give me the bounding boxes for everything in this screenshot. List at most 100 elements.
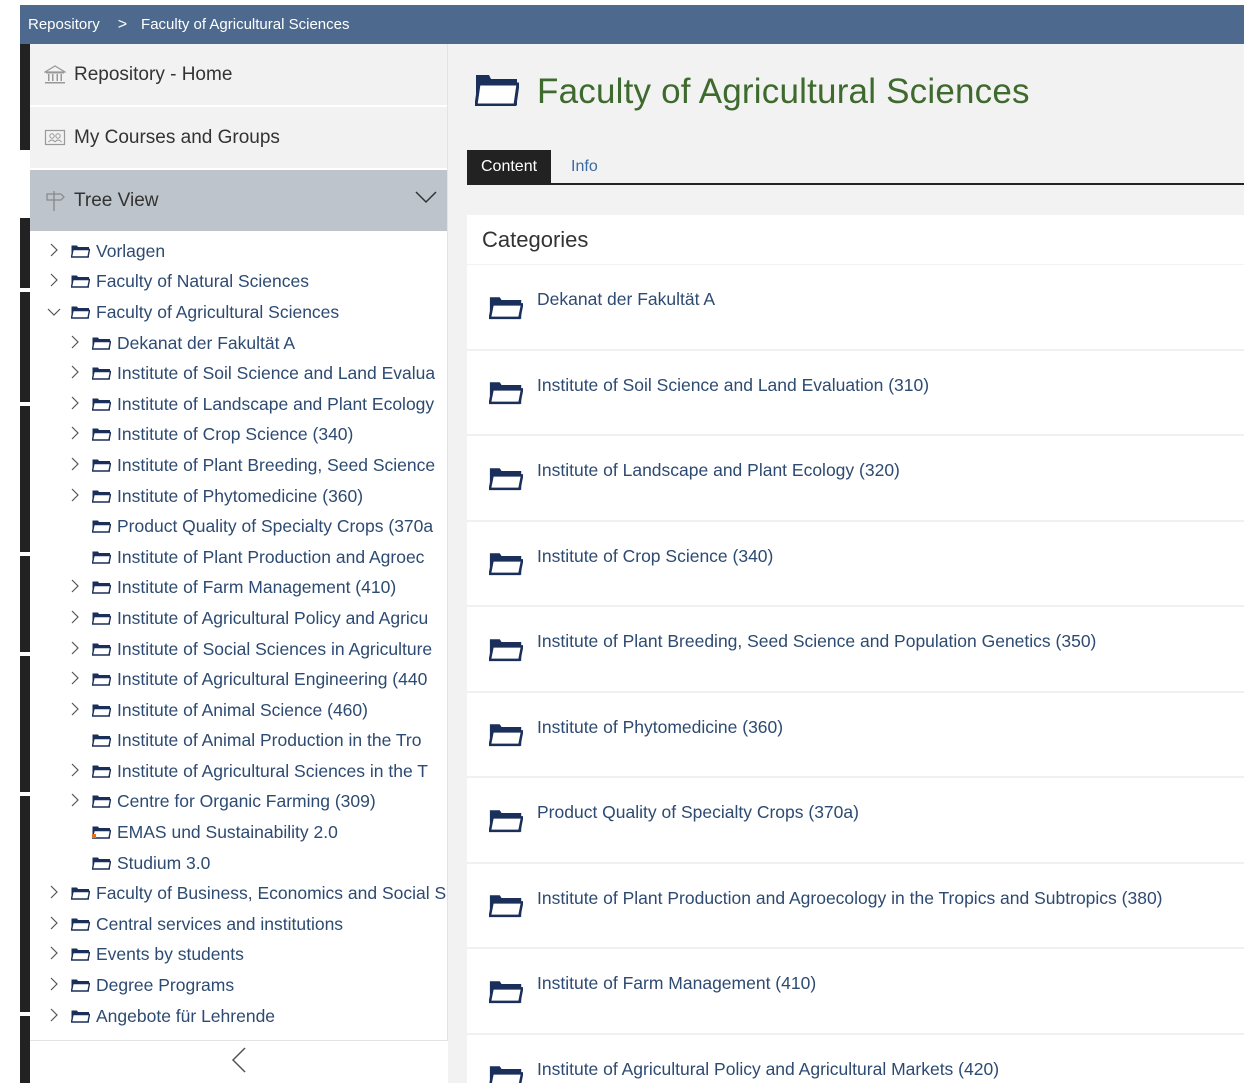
collapse-sidebar-button[interactable] <box>30 1040 448 1083</box>
chevron-right-icon[interactable] <box>47 1008 61 1025</box>
category-label: Institute of Plant Breeding, Seed Scienc… <box>537 631 1097 652</box>
chevron-right-icon[interactable] <box>68 335 82 352</box>
chevron-right-icon[interactable] <box>47 885 61 902</box>
tree-node[interactable]: Centre for Organic Farming (309) <box>30 787 447 818</box>
chevron-right-icon[interactable] <box>68 610 82 627</box>
breadcrumb-current[interactable]: Faculty of Agricultural Sciences <box>141 16 349 33</box>
tree-node-label: Institute of Agricultural Engineering (4… <box>117 669 428 690</box>
tree-node[interactable]: Institute of Agricultural Engineering (4… <box>30 664 447 695</box>
tree-node[interactable]: Faculty of Agricultural Sciences <box>30 297 447 328</box>
chevron-right-icon[interactable] <box>68 763 82 780</box>
category-item[interactable]: Institute of Plant Production and Agroec… <box>467 864 1244 949</box>
tree-node[interactable]: Institute of Agricultural Policy and Agr… <box>30 603 447 634</box>
chevron-right-icon[interactable] <box>68 488 82 505</box>
chevron-down-icon[interactable] <box>415 188 437 208</box>
category-item[interactable]: Product Quality of Specialty Crops (370a… <box>467 778 1244 864</box>
tree-node[interactable]: Degree Programs <box>30 970 447 1001</box>
category-item[interactable]: Institute of Phytomedicine (360) <box>467 693 1244 778</box>
tree-node-label: Institute of Crop Science (340) <box>117 424 354 445</box>
chevron-right-icon[interactable] <box>68 579 82 596</box>
chevron-right-icon[interactable] <box>68 426 82 443</box>
tree-node[interactable]: Institute of Social Sciences in Agricult… <box>30 634 447 665</box>
tree-node[interactable]: Faculty of Natural Sciences <box>30 267 447 298</box>
breadcrumb-repository[interactable]: Repository <box>28 16 100 33</box>
tree-node[interactable]: Institute of Plant Breeding, Seed Scienc… <box>30 450 447 481</box>
tree-node-label: Centre for Organic Farming (309) <box>117 791 376 812</box>
tree-node[interactable]: Institute of Phytomedicine (360) <box>30 481 447 512</box>
tree-node-label: Institute of Plant Breeding, Seed Scienc… <box>117 454 436 475</box>
folder-icon <box>488 638 524 668</box>
page-title: Faculty of Agricultural Sciences <box>537 72 1030 111</box>
folder-icon <box>71 306 90 319</box>
group-icon <box>44 128 68 148</box>
tab-info[interactable]: Info <box>551 150 612 183</box>
folder-icon <box>71 918 90 931</box>
category-label: Product Quality of Specialty Crops (370a… <box>537 802 859 823</box>
folder-icon <box>92 459 111 472</box>
tree-node[interactable]: Product Quality of Specialty Crops (370a <box>30 511 447 542</box>
category-item[interactable]: Institute of Crop Science (340) <box>467 522 1244 607</box>
chevron-right-icon[interactable] <box>68 793 82 810</box>
tree-node[interactable]: Dekanat der Fakultät A <box>30 328 447 359</box>
tree-node[interactable]: EMAS und Sustainability 2.0 <box>30 817 447 848</box>
tree-node[interactable]: Institute of Landscape and Plant Ecology <box>30 389 447 420</box>
sidebar-item-courses[interactable]: My Courses and Groups <box>30 107 447 170</box>
tree-node-label: Institute of Farm Management (410) <box>117 577 397 598</box>
tree-node-label: Faculty of Agricultural Sciences <box>96 301 340 322</box>
category-item[interactable]: Dekanat der Fakultät A <box>467 265 1244 351</box>
folder-icon <box>92 398 111 411</box>
signpost-icon <box>44 190 68 212</box>
chevron-right-icon[interactable] <box>68 396 82 413</box>
chevron-right-icon[interactable] <box>47 243 61 260</box>
tree-node[interactable]: Events by students <box>30 940 447 971</box>
folder-icon <box>92 520 111 533</box>
category-item[interactable]: Institute of Soil Science and Land Evalu… <box>467 351 1244 436</box>
chevron-right-icon[interactable] <box>47 273 61 290</box>
sidebar-home-label: Repository - Home <box>74 63 233 85</box>
folder-icon <box>488 809 524 839</box>
sidebar-item-tree-view[interactable]: Tree View <box>30 170 447 233</box>
category-item[interactable]: Institute of Plant Breeding, Seed Scienc… <box>467 607 1244 693</box>
chevron-down-icon[interactable] <box>47 305 61 320</box>
folder-icon <box>92 490 111 503</box>
tree-node[interactable]: Institute of Plant Production and Agroec <box>30 542 447 573</box>
tree-node[interactable]: Institute of Soil Science and Land Evalu… <box>30 358 447 389</box>
left-edge-strip <box>20 44 30 1083</box>
category-label: Institute of Plant Production and Agroec… <box>537 887 1163 908</box>
tree-node[interactable]: Vorlagen <box>30 236 447 267</box>
category-item[interactable]: Institute of Farm Management (410) <box>467 949 1244 1035</box>
chevron-right-icon[interactable] <box>68 671 82 688</box>
sidebar-item-home[interactable]: Repository - Home <box>30 44 447 107</box>
tree-node[interactable]: Institute of Animal Production in the Tr… <box>30 726 447 757</box>
main-content: Faculty of Agricultural Sciences Content… <box>448 44 1244 1083</box>
chevron-right-icon[interactable] <box>47 916 61 933</box>
tab-content[interactable]: Content <box>467 150 552 183</box>
tree-node[interactable]: Faculty of Business, Economics and Socia… <box>30 878 447 909</box>
category-item[interactable]: Institute of Agricultural Policy and Agr… <box>467 1035 1244 1083</box>
tree-node-label: Institute of Animal Production in the Tr… <box>117 730 422 751</box>
folder-icon <box>92 367 111 380</box>
chevron-right-icon[interactable] <box>68 457 82 474</box>
category-item[interactable]: Institute of Landscape and Plant Ecology… <box>467 436 1244 522</box>
folder-icon <box>92 765 111 778</box>
chevron-right-icon[interactable] <box>68 365 82 382</box>
breadcrumb-separator: > <box>117 15 128 33</box>
tree-node-label: Institute of Plant Production and Agroec <box>117 546 425 567</box>
folder-icon <box>92 795 111 809</box>
tree-node[interactable]: Institute of Animal Science (460) <box>30 695 447 726</box>
tree-node[interactable]: Institute of Agricultural Sciences in th… <box>30 756 447 787</box>
tree-node-label: Institute of Agricultural Sciences in th… <box>117 760 428 781</box>
page-header: Faculty of Agricultural Sciences <box>474 72 1030 112</box>
chevron-right-icon[interactable] <box>47 977 61 994</box>
chevron-right-icon[interactable] <box>68 641 82 658</box>
chevron-right-icon[interactable] <box>47 946 61 963</box>
tree-node[interactable]: Central services and institutions <box>30 909 447 940</box>
tab-bar: Content Info <box>467 150 1244 185</box>
tree-node[interactable]: Institute of Farm Management (410) <box>30 573 447 604</box>
tree-node[interactable]: Angebote für Lehrende <box>30 1001 447 1032</box>
tree-node[interactable]: Institute of Crop Science (340) <box>30 420 447 451</box>
folder-icon <box>92 673 111 686</box>
chevron-right-icon[interactable] <box>68 702 82 719</box>
tree-node[interactable]: Studium 3.0 <box>30 848 447 879</box>
category-label: Institute of Agricultural Policy and Agr… <box>537 1058 1000 1079</box>
